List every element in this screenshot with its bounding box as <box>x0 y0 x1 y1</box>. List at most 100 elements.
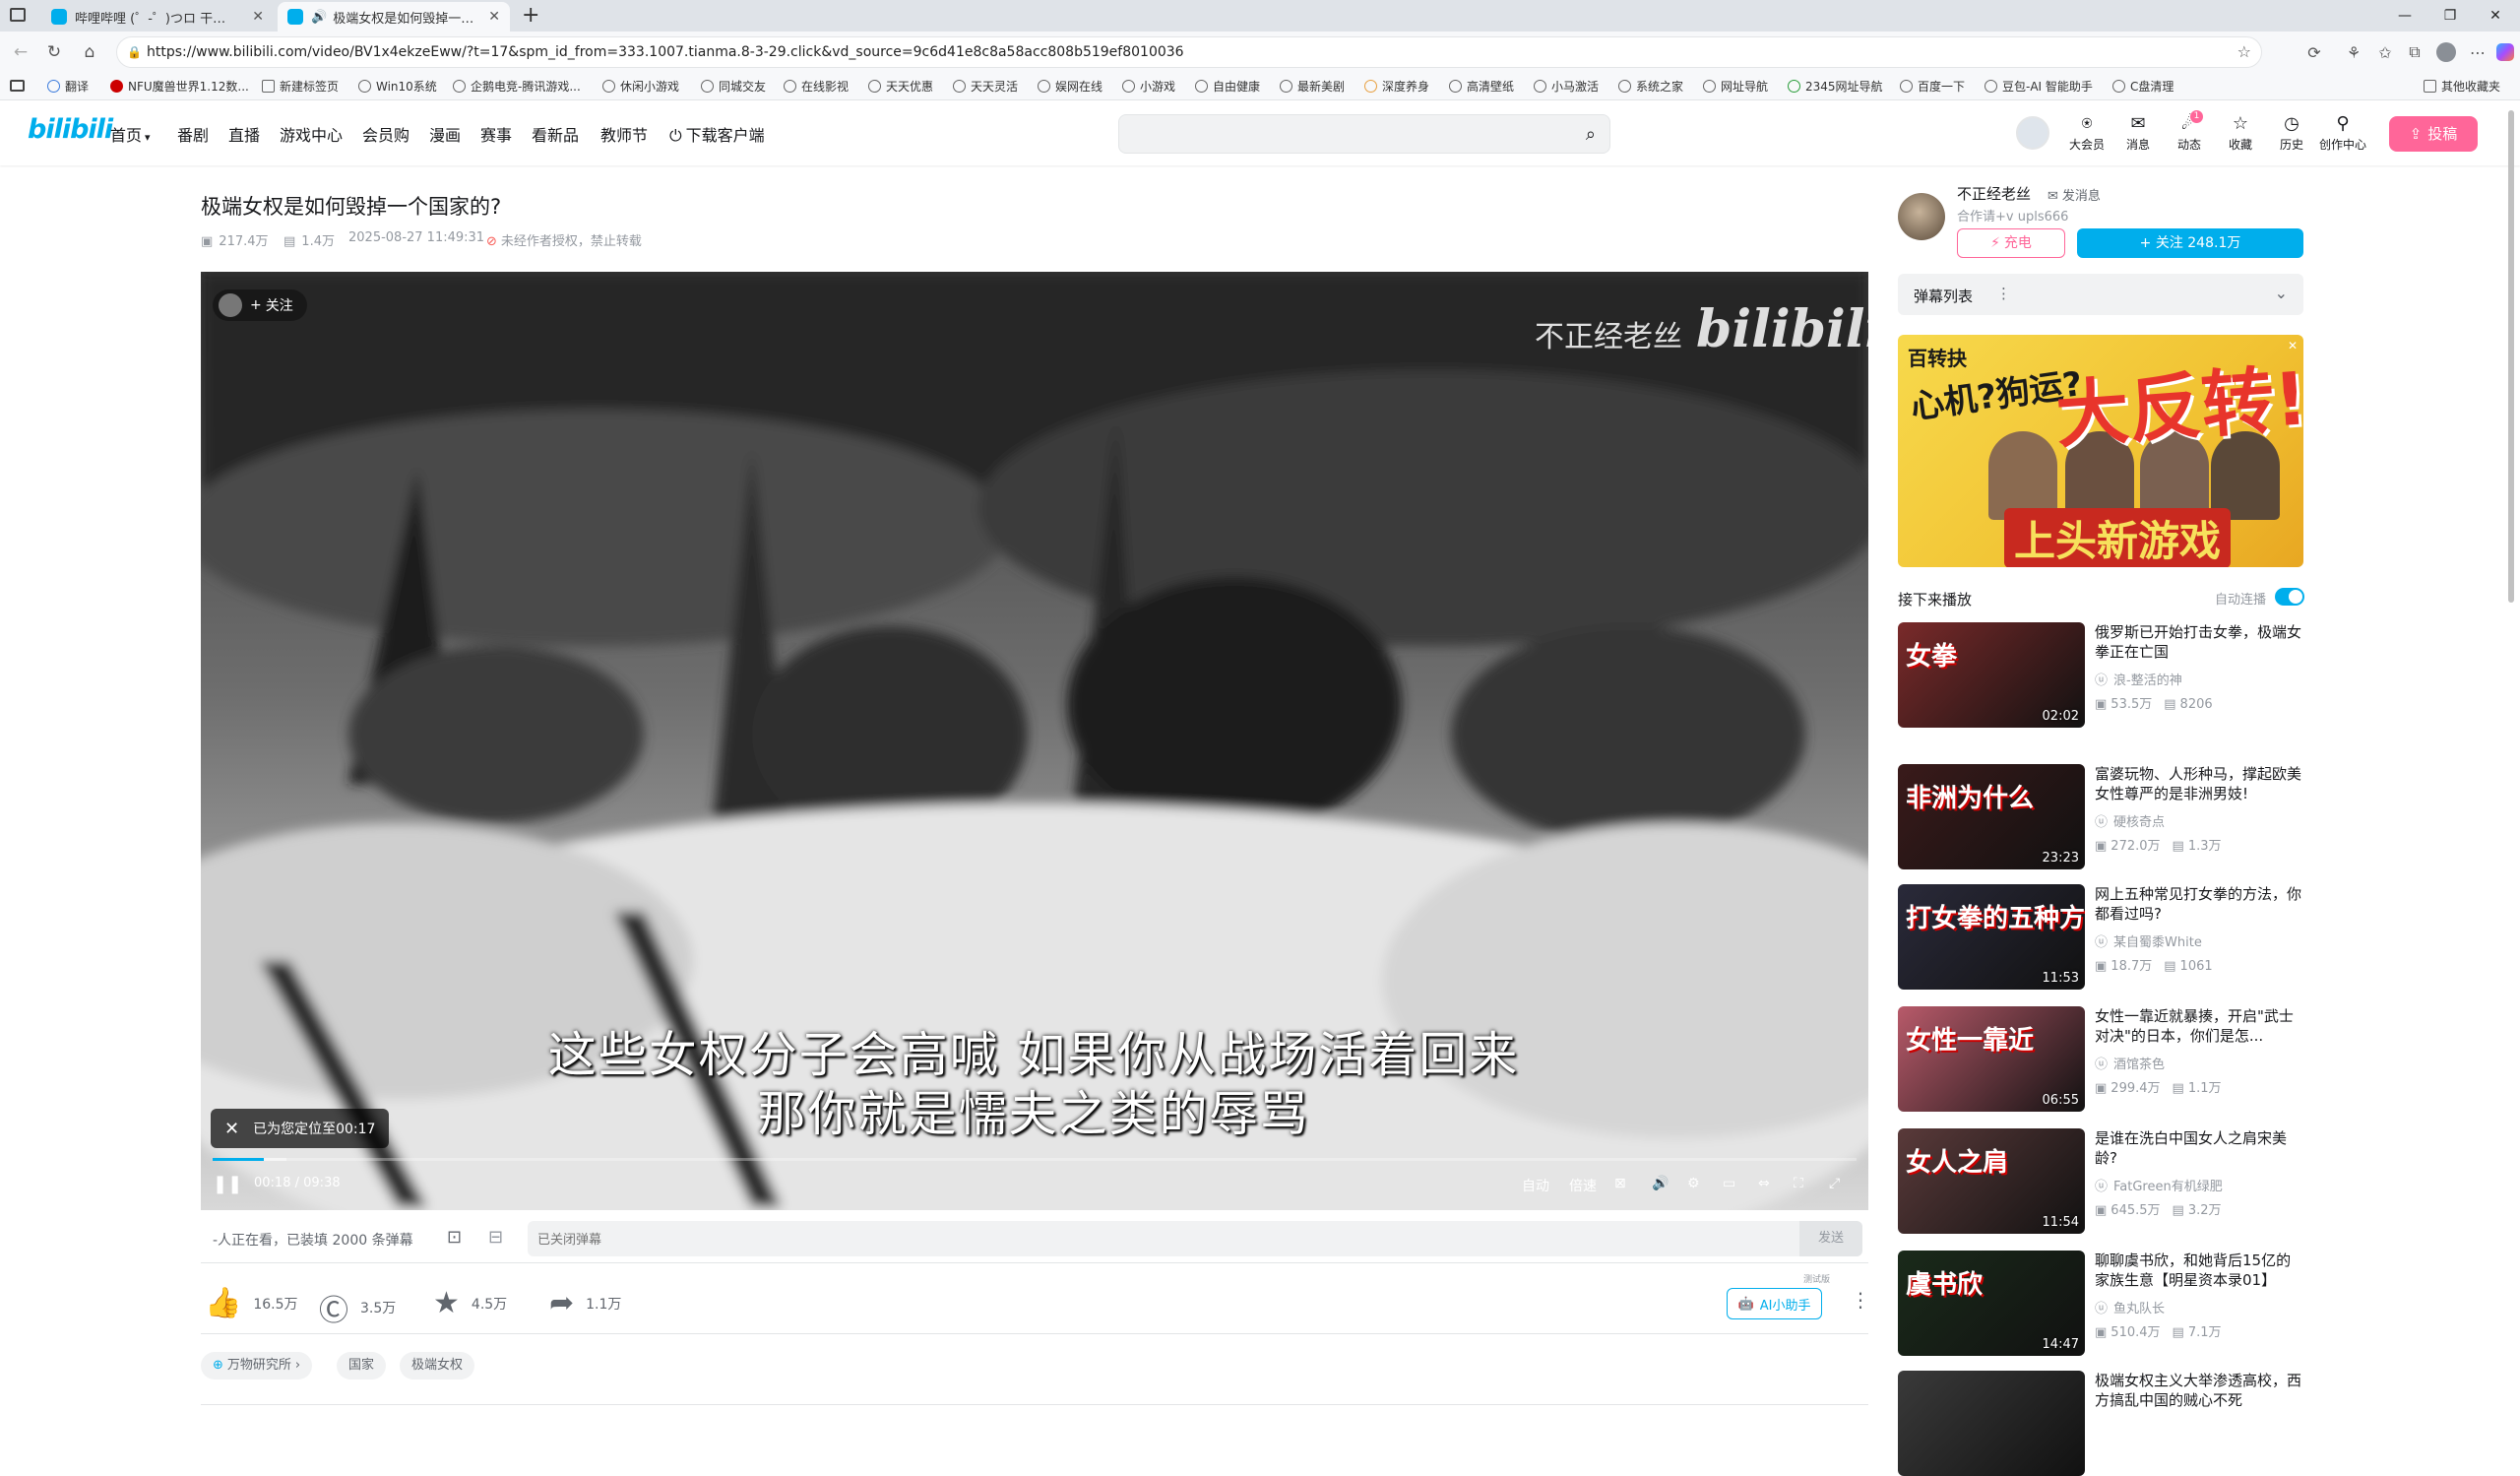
bookmark-item[interactable]: 娱网在线 <box>1038 78 1102 95</box>
bookmark-item[interactable]: 自由健康 <box>1195 78 1260 95</box>
browser-tab[interactable]: 哔哩哔哩 (゜-゜)つロ 干杯~-bilibili ✕ <box>41 2 274 32</box>
header-history[interactable]: ◷ 历史 <box>2268 112 2315 153</box>
bookmark-item[interactable]: 在线影视 <box>784 78 849 95</box>
video-title[interactable]: 富婆玩物、人形种马，撑起欧美女性尊严的是非洲男妓! <box>2095 764 2303 803</box>
audio-icon[interactable]: 🔊 <box>311 10 327 25</box>
header-dynamic[interactable]: ☄ 1 动态 <box>2166 110 2213 153</box>
restore-icon[interactable]: ❐ <box>2427 0 2473 32</box>
video-author[interactable]: ⓤ FatGreen有机绿肥 <box>2095 1176 2223 1194</box>
bookmark-item[interactable]: 小马激活 <box>1534 78 1599 95</box>
more-options-icon[interactable]: ⋮ <box>1996 285 2011 302</box>
volume-icon[interactable]: 🔊 <box>1652 1176 1669 1191</box>
video-author[interactable]: ⓤ 酒馆茶色 <box>2095 1054 2165 1072</box>
send-message-link[interactable]: ✉ 发消息 <box>2048 185 2101 204</box>
uploader-avatar[interactable] <box>1898 193 1945 240</box>
bookmark-item[interactable]: 网址导航 <box>1703 78 1768 95</box>
speed-button[interactable]: 倍速 <box>1569 1176 1597 1195</box>
bookmark-item[interactable]: NFU魔兽世界1.12数... <box>110 78 249 95</box>
bookmark-item[interactable]: Win10系统 <box>358 78 437 95</box>
video-thumbnail[interactable]: 女拳 02:02 <box>1898 622 2085 728</box>
like-button[interactable]: 👍 16.5万 <box>205 1286 298 1320</box>
video-thumbnail[interactable]: 虞书欣 14:47 <box>1898 1251 2085 1356</box>
scrollbar-thumb[interactable] <box>2508 110 2514 603</box>
video-author[interactable]: ⓤ 某自蜀黍White <box>2095 931 2202 950</box>
recommendation-card[interactable]: 虞书欣 14:47 聊聊虞书欣，和她背后15亿的家族生意【明星资本录01】 ⓤ 鱼丸队长… <box>1898 1251 2303 1357</box>
video-thumbnail[interactable]: 女性一靠近 06:55 <box>1898 1006 2085 1112</box>
bilibili-logo[interactable]: bilibili <box>28 114 113 145</box>
bookmark-item[interactable]: 2345网址导航 <box>1788 78 1883 95</box>
recommendation-card[interactable]: 极端女权主义大举渗透高校，西方搞乱中国的贼心不死 <box>1898 1371 2303 1476</box>
nav-anime[interactable]: 番剧 <box>177 122 209 146</box>
bookmark-item[interactable]: C盘清理 <box>2112 78 2174 95</box>
video-player[interactable]: + 关注 不正经老丝 bilibili 这些女权分子会高喊 如果你从战场活着回来 那… <box>201 272 1868 1210</box>
video-title[interactable]: 聊聊虞书欣，和她背后15亿的家族生意【明星资本录01】 <box>2095 1251 2303 1290</box>
video-title[interactable]: 是谁在洗白中国女人之肩宋美龄? <box>2095 1128 2303 1168</box>
nav-live[interactable]: 直播 <box>228 122 260 146</box>
tag-topic[interactable]: ⊕ 万物研究所 › <box>201 1352 313 1380</box>
bookmark-item[interactable]: 休闲小游戏 <box>602 78 679 95</box>
nav-home[interactable]: 首页 ▾ <box>110 122 151 146</box>
tag-item[interactable]: 国家 <box>337 1352 387 1380</box>
bookmark-item[interactable]: 高清壁纸 <box>1449 78 1514 95</box>
profile-icon[interactable] <box>2433 39 2459 65</box>
close-ad-icon[interactable]: ✕ <box>2288 339 2298 353</box>
nav-download-client[interactable]: ⏻ 下载客户端 <box>669 122 765 146</box>
pip-icon[interactable]: ▭ <box>1723 1176 1735 1191</box>
subtitle-off-icon[interactable]: ⊠ <box>1614 1176 1626 1191</box>
search-icon[interactable]: ⌕ <box>1586 124 1596 145</box>
bookmark-item[interactable]: 天天优惠 <box>868 78 933 95</box>
nav-esports[interactable]: 赛事 <box>480 122 512 146</box>
tab-list-icon[interactable] <box>10 8 26 22</box>
bookmark-item[interactable]: 企鹅电竞-腾讯游戏... <box>453 78 581 95</box>
video-title[interactable]: 网上五种常见打女拳的方法，你都看过吗? <box>2095 884 2303 924</box>
danmaku-toggle-icon[interactable]: ⊡ <box>447 1227 462 1248</box>
bookmark-item[interactable]: 最新美剧 <box>1280 78 1345 95</box>
progress-bar[interactable] <box>213 1158 1857 1161</box>
favorites-icon[interactable]: ✩ <box>2372 39 2398 65</box>
ad-banner[interactable]: 百转抉 心机?狗运? 大反转! 上头新游戏 ✕ <box>1898 335 2303 567</box>
nav-teachers-day[interactable]: 教师节 <box>600 122 648 146</box>
video-thumbnail[interactable]: 打女拳的五种方法 11:53 <box>1898 884 2085 990</box>
danmaku-input[interactable] <box>528 1221 1709 1256</box>
bookmark-item[interactable]: 小游戏 <box>1122 78 1175 95</box>
web-fullscreen-icon[interactable]: ⛶ <box>1794 1176 1803 1191</box>
search-input[interactable] <box>1119 115 1552 153</box>
url-field[interactable]: 🔒 https://www.bilibili.com/video/BV1x4ek… <box>116 36 2262 68</box>
nav-game-center[interactable]: 游戏中心 <box>280 122 343 146</box>
bookmark-item[interactable]: 百度一下 <box>1900 78 1965 95</box>
autoplay-toggle[interactable] <box>2275 588 2304 606</box>
recommendation-card[interactable]: 女性一靠近 06:55 女性一靠近就暴揍，开启"武士对决"的日本，你们是怎... ⓤ 酒… <box>1898 1006 2303 1113</box>
bookmark-item[interactable]: 豆包-AI 智能助手 <box>1984 78 2093 95</box>
settings-icon[interactable]: ⚙ <box>1687 1176 1700 1191</box>
nav-mall[interactable]: 会员购 <box>362 122 410 146</box>
follow-button[interactable]: + 关注 248.1万 <box>2077 228 2303 258</box>
video-author[interactable]: ⓤ 鱼丸队长 <box>2095 1298 2165 1316</box>
bookmark-item[interactable]: 新建标签页 <box>262 78 339 95</box>
share-button[interactable]: ➦ 1.1万 <box>549 1286 621 1320</box>
recommendation-card[interactable]: 女拳 02:02 俄罗斯已开始打击女拳，极端女拳正在亡国 ⓤ 浪-整活的神 ▣ 53.5万 ▤… <box>1898 622 2303 729</box>
danmaku-list-panel[interactable]: 弹幕列表 ⋮ ⌄ <box>1898 274 2303 315</box>
more-menu-icon[interactable]: ⋯ <box>2465 39 2490 65</box>
danmaku-settings-icon[interactable]: ⊟ <box>488 1227 503 1248</box>
back-icon[interactable]: ← <box>8 39 33 65</box>
close-tab-icon[interactable]: ✕ <box>244 9 264 25</box>
charge-button[interactable]: ⚡ 充电 <box>1957 228 2065 258</box>
video-thumbnail[interactable]: 非洲为什么 23:23 <box>1898 764 2085 869</box>
video-author[interactable]: ⓤ 浪-整活的神 <box>2095 670 2182 688</box>
home-icon[interactable]: ⌂ <box>77 39 102 65</box>
header-vip[interactable]: ⍟ 大会员 <box>2063 112 2110 153</box>
reload-icon[interactable]: ↻ <box>41 39 67 65</box>
fullscreen-icon[interactable]: ⤢ <box>1829 1176 1840 1191</box>
close-window-icon[interactable]: ✕ <box>2473 0 2518 32</box>
bookmark-toggle-icon[interactable] <box>10 80 25 92</box>
video-thumbnail[interactable] <box>1898 1371 2085 1476</box>
coin-button[interactable]: Ⓒ 3.5万 <box>319 1286 396 1329</box>
more-options-icon[interactable]: ⋮ <box>1851 1288 1870 1312</box>
video-thumbnail[interactable]: 女人之肩 11:54 <box>1898 1128 2085 1234</box>
browser-tab-active[interactable]: 🔊 极端女权是如何毁掉一个国家的? ✕ <box>278 2 510 32</box>
header-creator-center[interactable]: ⚲ 创作中心 <box>2319 112 2366 153</box>
chevron-down-icon[interactable]: ⌄ <box>2275 284 2288 302</box>
tag-item[interactable]: 极端女权 <box>400 1352 475 1380</box>
header-message[interactable]: ✉ 消息 <box>2114 112 2162 153</box>
extension-icon[interactable]: ⚘ <box>2341 39 2366 65</box>
